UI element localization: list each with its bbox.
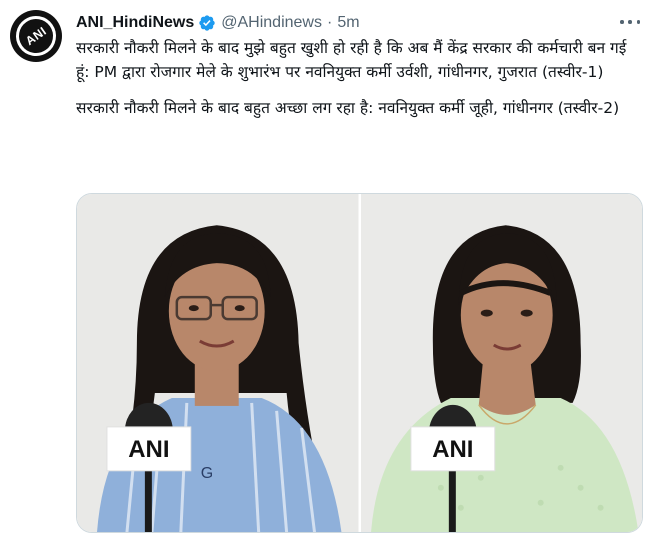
tweet-paragraph-1: सरकारी नौकरी मिलने के बाद मुझे बहुत खुशी… [76, 39, 627, 81]
verified-badge-icon [199, 15, 215, 31]
more-dot [628, 20, 632, 24]
shirt-text: G [201, 465, 213, 482]
avatar-logo-text: ANI [22, 23, 50, 49]
tweet-text: सरकारी नौकरी मिलने के बाद मुझे बहुत खुशी… [76, 36, 636, 120]
tweet[interactable]: ANI ANI_HindiNews @AHindinews · 5m सरकार… [0, 0, 650, 540]
mic-logo-2: ANI [432, 436, 473, 463]
more-dot [636, 20, 640, 24]
ani-logo: ANI [10, 10, 62, 62]
photo-1[interactable]: G ANI [77, 194, 359, 532]
avatar[interactable]: ANI [10, 10, 62, 62]
timestamp[interactable]: 5m [337, 14, 359, 32]
tweet-paragraph-2: सरकारी नौकरी मिलने के बाद बहुत अच्छा लग … [76, 99, 620, 117]
more-horizontal-icon[interactable] [620, 14, 640, 30]
tweet-header: ANI_HindiNews @AHindinews · 5m [76, 12, 360, 34]
account-handle[interactable]: @AHindinews [221, 14, 322, 32]
mic-logo-1: ANI [128, 436, 169, 463]
media-grid: G ANI ANI [76, 193, 643, 533]
header-separator: · [326, 14, 333, 31]
more-dot [620, 20, 624, 24]
display-name[interactable]: ANI_HindiNews [76, 14, 194, 32]
photo-2[interactable]: ANI [360, 194, 643, 532]
